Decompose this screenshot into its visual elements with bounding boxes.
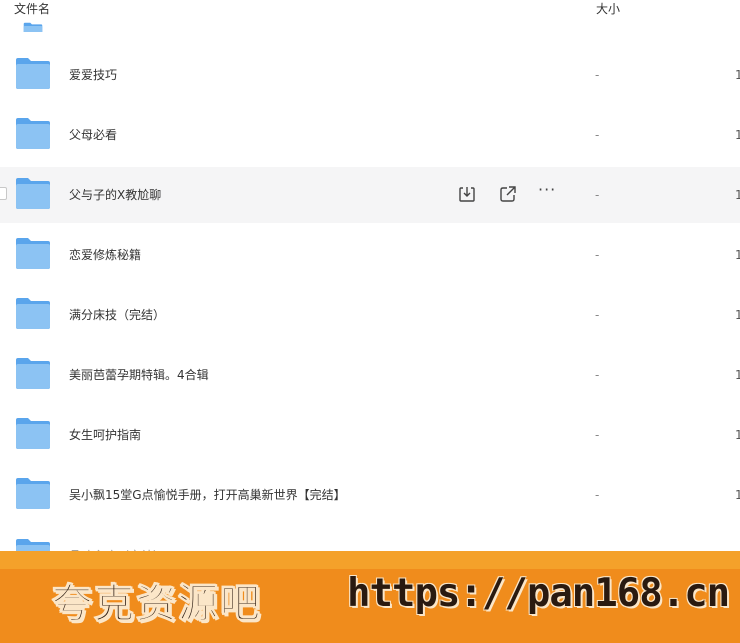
list-item-name[interactable]: 满分床技（完结） — [69, 287, 165, 343]
list-item-name[interactable]: 父母必看 — [69, 107, 117, 163]
folder-icon — [15, 117, 51, 150]
folder-icon — [15, 297, 51, 330]
download-icon[interactable] — [458, 185, 476, 203]
list-item[interactable]: 父母必看 - 1 — [0, 107, 740, 163]
list-item-size: - — [595, 368, 600, 382]
list-item-name[interactable]: 恋爱修炼秘籍 — [69, 227, 141, 283]
list-item-size: - — [595, 308, 600, 322]
list-item-size: - — [595, 128, 600, 142]
list-item-size: - — [595, 68, 600, 82]
list-item-clipped-column: 1 — [735, 308, 740, 322]
folder-icon — [15, 14, 51, 32]
list-item-clipped-column: 1 — [735, 188, 740, 202]
list-item[interactable]: 满分床技（完结） - 1 — [0, 287, 740, 343]
list-item[interactable]: 美丽芭蕾孕期特辑。4合辑 - 1 — [0, 347, 740, 403]
folder-icon — [15, 357, 51, 390]
table-header: 文件名 大小 — [0, 0, 740, 20]
row-checkbox[interactable] — [0, 187, 7, 200]
list-item-size: - — [595, 248, 600, 262]
folder-icon — [15, 237, 51, 270]
column-header-size[interactable]: 大小 — [596, 0, 620, 17]
list-item[interactable]: 父与子的X教尬聊 ··· - 1 — [0, 167, 740, 223]
list-item-clipped-column: 1 — [735, 128, 740, 142]
banner-url: https://pan168.cn — [347, 571, 730, 616]
list-item-clipped-column: 1 — [735, 428, 740, 442]
watermark-banner: 夸克资源吧 https://pan168.cn — [0, 551, 740, 643]
list-item-clipped-column: 1 — [735, 248, 740, 262]
list-item[interactable]: 吴小飘15堂G点愉悦手册，打开高巢新世界【完结】 - 1 — [0, 467, 740, 523]
more-icon[interactable]: ··· — [538, 180, 556, 200]
list-item-name[interactable]: 父与子的X教尬聊 — [69, 167, 161, 223]
list-item[interactable]: 恋爱修炼秘籍 - 1 — [0, 227, 740, 283]
list-item-name[interactable]: 女生呵护指南 — [69, 407, 141, 463]
list-item-clipped-column: 1 — [735, 488, 740, 502]
list-item-name[interactable]: 爱爱技巧 — [69, 47, 117, 103]
file-browser: 文件名 大小 爱爱技巧 - 1 父母必看 - 1 父与子的X教尬聊 ··· - 1 恋爱修炼秘籍 - 1… — [0, 0, 740, 643]
share-icon[interactable] — [499, 185, 517, 203]
folder-icon — [15, 417, 51, 450]
list-item-name[interactable]: 美丽芭蕾孕期特辑。4合辑 — [69, 347, 209, 403]
list-item-name[interactable]: 吴小飘15堂G点愉悦手册，打开高巢新世界【完结】 — [69, 467, 346, 523]
list-item[interactable]: 爱爱技巧 - 1 — [0, 47, 740, 103]
list-item[interactable]: 女生呵护指南 - 1 — [0, 407, 740, 463]
banner-site-name: 夸克资源吧 — [52, 580, 262, 628]
list-item-size: - — [595, 428, 600, 442]
folder-icon — [15, 477, 51, 510]
list-item-clipped-column: 1 — [735, 68, 740, 82]
list-item-size: - — [595, 488, 600, 502]
list-item-size: - — [595, 188, 600, 202]
list-item-clipped-column: 1 — [735, 368, 740, 382]
folder-icon — [15, 57, 51, 90]
folder-icon — [15, 177, 51, 210]
